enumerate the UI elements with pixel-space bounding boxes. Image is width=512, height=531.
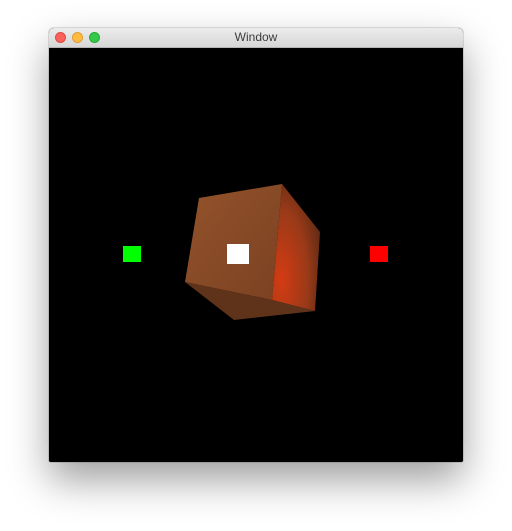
title-bar[interactable]: Window	[49, 28, 463, 48]
cube-front-face	[185, 184, 282, 300]
white-marker	[227, 244, 249, 264]
render-viewport[interactable]	[49, 48, 463, 462]
window-title: Window	[234, 30, 278, 44]
red-marker	[370, 246, 388, 262]
app-window: Window	[49, 28, 463, 462]
green-marker	[123, 246, 141, 262]
scene-canvas	[123, 184, 388, 320]
